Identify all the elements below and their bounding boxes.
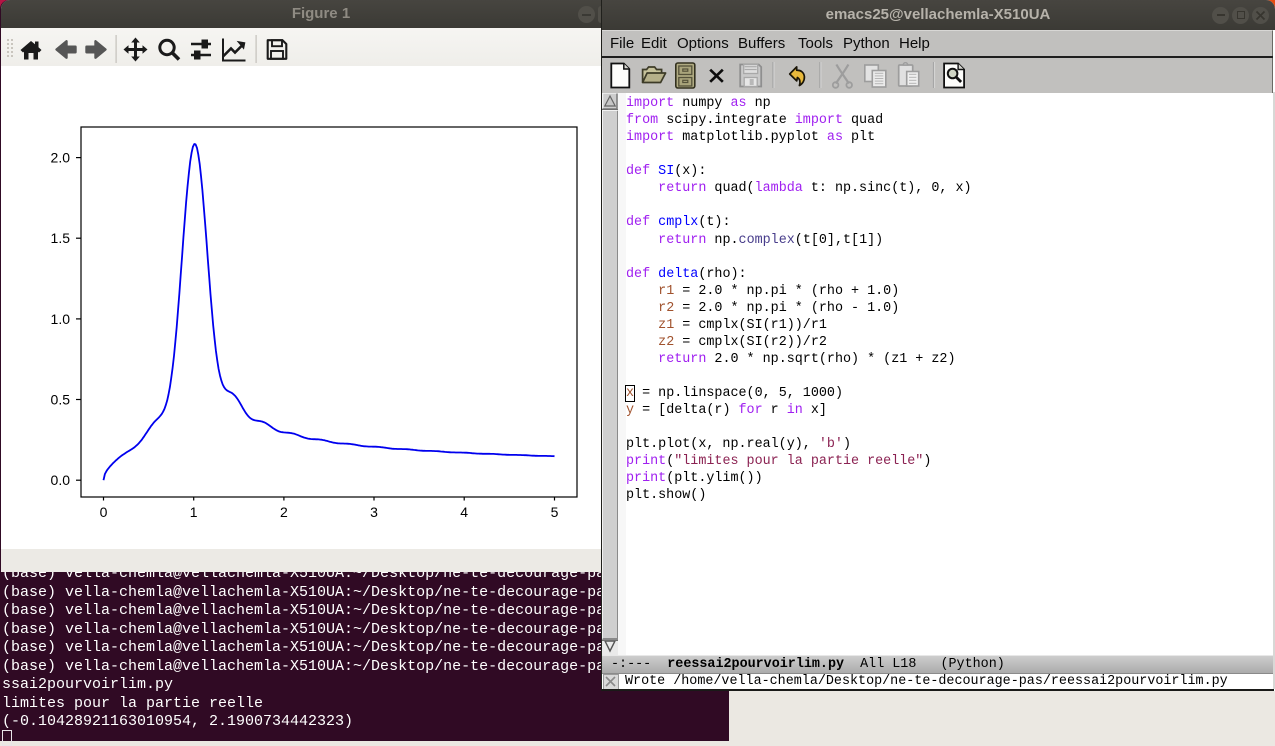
- svg-text:2: 2: [280, 504, 288, 520]
- svg-text:1.5: 1.5: [51, 230, 71, 246]
- svg-text:3: 3: [370, 504, 378, 520]
- svg-text:0: 0: [100, 504, 108, 520]
- svg-text:0.0: 0.0: [51, 472, 71, 488]
- svg-text:4: 4: [460, 504, 468, 520]
- svg-text:2.0: 2.0: [51, 150, 71, 166]
- svg-text:5: 5: [551, 504, 559, 520]
- svg-text:1.0: 1.0: [51, 311, 71, 327]
- svg-text:0.5: 0.5: [51, 392, 71, 408]
- svg-text:1: 1: [190, 504, 198, 520]
